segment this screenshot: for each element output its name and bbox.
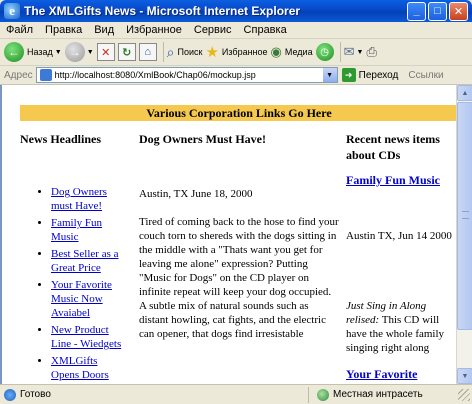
security-zone: Местная интрасеть [308,386,458,403]
family-fun-music-link[interactable]: Family Fun Music [346,173,440,187]
list-item: Best Seller as a Great Price [51,247,126,275]
intranet-icon [317,388,329,401]
list-item: New Product Line - Wiedgets [51,323,126,351]
home-button[interactable]: ⌂ [138,40,157,64]
menu-favorites[interactable]: Избранное [120,24,188,36]
menu-view[interactable]: Вид [88,24,120,36]
scroll-down-button[interactable]: ▼ [457,368,472,384]
media-icon: ◉ [270,44,282,59]
refresh-icon: ↻ [117,43,136,61]
article-paragraph-2: A subtle mix of natural sounds such as d… [139,300,326,340]
favorites-label: Избранное [221,47,268,57]
media-label: Медиа [284,47,313,57]
media-button[interactable]: ◉ Медиа [271,40,313,64]
list-item: Dog Owners must Have! [51,185,126,213]
back-label: Назад [27,47,53,57]
cd-news-text: Just Sing in Along relised: This CD will… [346,299,456,355]
headline-link[interactable]: Best Seller as a Great Price [51,248,119,274]
forward-arrow-icon: → [64,42,85,62]
go-button[interactable]: ➜ Переход [341,68,399,82]
address-input[interactable]: http://localhost:8080/XmlBook/Chap06/moc… [35,67,338,83]
corporate-links-banner[interactable]: Various Corporation Links Go Here [20,105,456,121]
page-content: Various Corporation Links Go Here News H… [0,85,456,384]
address-url: http://localhost:8080/XmlBook/Chap06/moc… [54,70,256,80]
status-bar: Готово Местная интрасеть [0,384,472,404]
maximize-button[interactable]: □ [428,1,447,21]
links-button[interactable]: Ссылки [408,70,443,81]
scroll-up-button[interactable]: ▲ [457,85,472,101]
printer-icon: ⎙ [366,44,377,59]
grip-icon [462,211,469,219]
article-dateline: Austin, TX June 18, 2000 [139,188,253,200]
headlines-list: Dog Owners must Have! Family Fun Music B… [36,185,126,384]
window-title: The XMLGifts News - Microsoft Internet E… [24,4,301,18]
menu-tools[interactable]: Сервис [188,24,238,36]
search-button[interactable]: ⌕ Поиск [167,40,203,64]
print-button[interactable]: ⎙ [366,40,376,64]
menu-edit[interactable]: Правка [39,24,88,36]
headline-link[interactable]: Your Favorite Music Now Avaiabel [51,279,112,319]
toolbar-divider [162,42,164,62]
stop-button[interactable]: ✕ [96,40,115,64]
ie-logo-icon: e [4,3,20,19]
back-arrow-icon: ← [4,42,24,62]
toolbar: ← Назад ▼ → ▼ ✕ ↻ ⌂ ⌕ Поиск ★ Избранное … [0,39,472,66]
menu-file[interactable]: Файл [0,24,39,36]
star-icon: ★ [205,44,219,61]
headline-link[interactable]: New Product Line - Wiedgets [51,324,121,350]
stop-icon: ✕ [96,43,115,61]
address-label: Адрес [4,69,33,81]
headline-link[interactable]: Dog Owners must Have! [51,186,107,212]
back-button[interactable]: ← Назад ▼ [4,40,62,64]
news-headlines-heading: News Headlines [20,132,101,146]
address-dropdown-button[interactable]: ▼ [322,68,337,82]
history-button[interactable]: ◷ [315,40,334,64]
recent-news-heading: Recent news items about CDs [346,132,440,162]
chevron-down-icon: ▼ [54,48,62,56]
cd-news-dateline: Austin TX, Jun 14 2000 [346,230,452,242]
menu-bar: Файл Правка Вид Избранное Сервис Справка [0,22,472,39]
page-status-icon [4,388,16,401]
chevron-down-icon: ▼ [356,48,364,56]
list-item: Your Favorite Music Now Avaiabel [51,278,126,320]
favorites-button[interactable]: ★ Избранное [205,40,267,64]
resize-grip-icon[interactable] [458,388,470,401]
forward-button[interactable]: → ▼ [64,40,94,64]
close-button[interactable]: ✕ [449,1,468,21]
search-label: Поиск [177,47,203,57]
headline-link[interactable]: XMLGifts Opens Doors [51,355,109,381]
vertical-scrollbar[interactable]: ▲ ▼ [456,85,472,384]
toolbar-divider [339,42,341,62]
refresh-button[interactable]: ↻ [117,40,136,64]
article-paragraph-1: Tired of coming back to the hose to find… [139,216,339,298]
history-icon: ◷ [315,43,334,61]
address-bar: Адрес http://localhost:8080/XmlBook/Chap… [0,66,472,85]
headline-link[interactable]: Family Fun Music [51,217,102,243]
zone-label: Местная интрасеть [333,389,423,400]
list-item: Family Fun Music [51,216,126,244]
page-icon [39,69,52,81]
menu-help[interactable]: Справка [238,24,293,36]
your-favorite-link[interactable]: Your Favorite [346,367,417,381]
title-bar: e The XMLGifts News - Microsoft Internet… [0,0,472,22]
chevron-down-icon: ▼ [86,48,94,56]
mail-icon: ✉ [343,44,355,59]
status-text: Готово [20,389,51,400]
list-item: XMLGifts Opens Doors [51,354,126,382]
go-arrow-icon: ➜ [341,68,356,82]
home-icon: ⌂ [138,43,157,61]
scrollbar-thumb[interactable] [457,102,472,330]
search-icon: ⌕ [166,43,175,60]
dog-owners-heading: Dog Owners Must Have! [139,132,266,146]
minimize-button[interactable]: _ [407,1,426,21]
go-label: Переход [358,69,399,81]
mail-button[interactable]: ✉ ▼ [344,40,364,64]
